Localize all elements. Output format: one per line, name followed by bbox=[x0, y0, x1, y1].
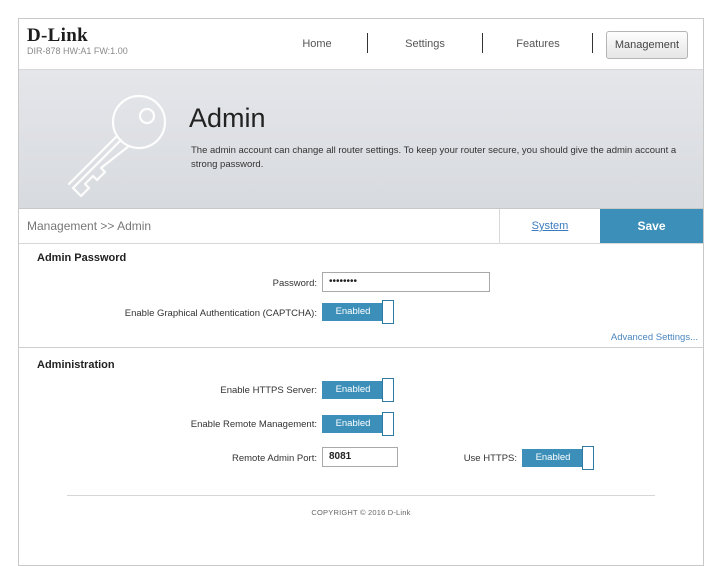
remote-management-toggle[interactable]: Enabled bbox=[322, 412, 396, 436]
password-label: Password: bbox=[272, 278, 317, 289]
nav-separator bbox=[367, 33, 368, 53]
toggle-knob bbox=[382, 412, 394, 436]
use-https-toggle[interactable]: Enabled bbox=[522, 446, 596, 470]
nav-features[interactable]: Features bbox=[506, 31, 570, 57]
admin-password-heading: Admin Password bbox=[37, 252, 127, 264]
https-server-toggle[interactable]: Enabled bbox=[322, 378, 396, 402]
use-https-label: Use HTTPS: bbox=[463, 453, 517, 464]
toggle-knob bbox=[382, 300, 394, 324]
captcha-label: Enable Graphical Authentication (CAPTCHA… bbox=[124, 308, 317, 319]
save-button[interactable]: Save bbox=[600, 209, 703, 243]
nav-separator bbox=[592, 33, 593, 53]
dlink-logo: D-Link bbox=[27, 25, 88, 46]
https-server-toggle-state: Enabled bbox=[322, 381, 384, 399]
password-field[interactable]: •••••••• bbox=[322, 272, 490, 292]
remote-management-toggle-state: Enabled bbox=[322, 415, 384, 433]
system-link[interactable]: System bbox=[499, 209, 600, 243]
section-divider bbox=[19, 347, 703, 348]
top-bar: D-Link DIR-878 HW:A1 FW:1.00 Home Settin… bbox=[19, 19, 703, 70]
use-https-toggle-state: Enabled bbox=[522, 449, 584, 467]
nav-settings[interactable]: Settings bbox=[393, 31, 457, 57]
captcha-toggle[interactable]: Enabled bbox=[322, 300, 396, 324]
footer-divider bbox=[67, 495, 655, 496]
breadcrumb-bar: Management >> Admin System Save bbox=[19, 209, 703, 244]
page-header-banner: Admin The admin account can change all r… bbox=[19, 70, 703, 209]
https-server-label: Enable HTTPS Server: bbox=[220, 385, 317, 396]
nav-separator bbox=[482, 33, 483, 53]
toggle-knob bbox=[382, 378, 394, 402]
remote-admin-port-label: Remote Admin Port: bbox=[231, 453, 317, 464]
toggle-knob bbox=[582, 446, 594, 470]
breadcrumb: Management >> Admin bbox=[27, 219, 152, 233]
captcha-toggle-state: Enabled bbox=[322, 303, 384, 321]
copyright-text: COPYRIGHT © 2016 D-Link bbox=[311, 508, 411, 517]
router-admin-window: D-Link DIR-878 HW:A1 FW:1.00 Home Settin… bbox=[18, 18, 704, 566]
nav-management[interactable]: Management bbox=[606, 31, 688, 59]
page-description: The admin account can change all router … bbox=[191, 145, 677, 170]
administration-heading: Administration bbox=[37, 359, 115, 371]
advanced-settings-link[interactable]: Advanced Settings... bbox=[611, 332, 698, 343]
nav-home[interactable]: Home bbox=[287, 31, 347, 57]
page-title: Admin bbox=[189, 103, 266, 133]
model-info: DIR-878 HW:A1 FW:1.00 bbox=[27, 46, 128, 56]
remote-admin-port-field[interactable]: 8081 bbox=[322, 447, 398, 467]
key-icon bbox=[67, 94, 167, 198]
remote-management-label: Enable Remote Management: bbox=[190, 419, 317, 430]
